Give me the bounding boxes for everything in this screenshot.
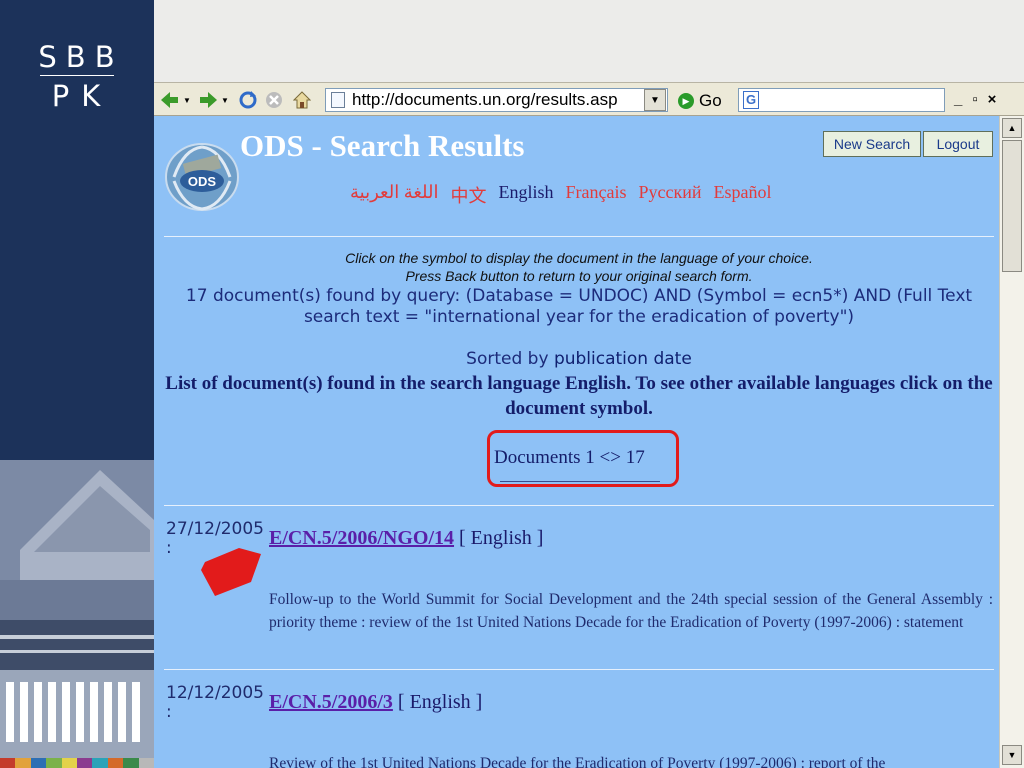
forward-dropdown-icon[interactable]: ▼ xyxy=(220,90,230,110)
page-content: ODS ODS - Search Results New Search Logo… xyxy=(154,116,999,768)
sorted-label: Sorted by xyxy=(466,349,549,369)
page-icon xyxy=(331,92,345,108)
google-search-input[interactable]: G xyxy=(738,88,945,112)
page-title: ODS - Search Results xyxy=(240,128,525,163)
window-controls: _ ▫ × xyxy=(954,91,996,108)
color-strip-segment xyxy=(15,758,31,768)
instruction-1: Click on the symbol to display the docum… xyxy=(345,250,813,266)
color-strip xyxy=(0,758,154,768)
close-icon[interactable]: × xyxy=(988,91,997,108)
result-language: [ English ] xyxy=(397,691,483,713)
result-language: [ English ] xyxy=(459,527,544,549)
result-symbol-link[interactable]: E/CN.5/2006/NGO/14 xyxy=(269,527,454,549)
list-note: List of document(s) found in the search … xyxy=(165,373,993,419)
language-link[interactable]: 中文 xyxy=(450,182,486,208)
documents-range: Documents 1 <> 17 xyxy=(494,447,645,468)
color-strip-segment xyxy=(92,758,108,768)
slide-top-area xyxy=(154,0,1024,82)
back-arrow-icon[interactable] xyxy=(160,90,180,110)
color-strip-segment xyxy=(107,758,124,768)
stop-icon[interactable] xyxy=(264,90,284,110)
divider xyxy=(164,505,994,506)
building-photo xyxy=(0,460,154,758)
browser-toolbar: ▼ ▼ http://documents.un.org/results.asp … xyxy=(154,82,1024,116)
red-arrow-pointer xyxy=(201,548,261,596)
divider xyxy=(164,236,994,237)
sorted-by: Sorted by publication date xyxy=(164,349,994,369)
sorted-value: publication date xyxy=(553,349,692,369)
google-icon: G xyxy=(743,91,759,109)
language-link[interactable]: English xyxy=(498,182,553,208)
result-description: Follow-up to the World Summit for Social… xyxy=(269,591,993,631)
color-strip-segment xyxy=(138,758,154,768)
go-button[interactable]: ▶ Go xyxy=(678,91,722,111)
address-url: http://documents.un.org/results.asp xyxy=(352,90,618,109)
ods-logo-text: ODS xyxy=(188,174,217,189)
forward-arrow-icon[interactable] xyxy=(198,90,218,110)
color-strip-segment xyxy=(77,758,93,768)
logo-line2: PK xyxy=(51,79,113,113)
color-strip-segment xyxy=(46,758,62,768)
language-link[interactable]: Français xyxy=(566,182,627,208)
scroll-down-icon[interactable]: ▼ xyxy=(1002,745,1022,765)
address-dropdown-icon[interactable]: ▼ xyxy=(644,89,666,111)
refresh-icon[interactable] xyxy=(238,90,258,110)
divider xyxy=(164,669,994,670)
color-strip-segment xyxy=(30,758,47,768)
slide-banner: SBB PK xyxy=(0,0,154,768)
result-description: Review of the 1st United Nations Decade … xyxy=(269,755,886,768)
logout-button[interactable]: Logout xyxy=(923,131,993,157)
ods-logo-icon: ODS xyxy=(165,143,239,211)
logo-line1: SBB xyxy=(38,40,124,74)
logo-divider xyxy=(40,75,114,76)
address-bar[interactable]: http://documents.un.org/results.asp xyxy=(325,88,668,112)
result-symbol-link[interactable]: E/CN.5/2006/3 xyxy=(269,691,393,713)
back-dropdown-icon[interactable]: ▼ xyxy=(182,90,192,110)
vertical-scrollbar[interactable]: ▲ ▼ xyxy=(999,116,1024,768)
go-label: Go xyxy=(699,91,722,110)
restore-icon[interactable]: ▫ xyxy=(972,91,977,108)
color-strip-segment xyxy=(61,758,78,768)
sbb-pk-logo: SBB PK xyxy=(0,40,154,113)
color-strip-segment xyxy=(123,758,139,768)
result-symbol-row: E/CN.5/2006/3 [ English ] xyxy=(269,691,482,714)
result-date: 12/12/2005 : xyxy=(166,683,264,722)
color-strip-segment xyxy=(0,758,16,768)
documents-range-highlight: Documents 1 <> 17 xyxy=(487,430,679,487)
scroll-thumb[interactable] xyxy=(1002,140,1022,272)
query-summary: 17 document(s) found by query: (Database… xyxy=(185,286,973,327)
go-arrow-icon: ▶ xyxy=(678,93,694,109)
minimize-icon[interactable]: _ xyxy=(954,91,962,108)
scroll-up-icon[interactable]: ▲ xyxy=(1002,118,1022,138)
language-link[interactable]: Español xyxy=(713,182,771,208)
home-icon[interactable] xyxy=(292,90,312,110)
result-symbol-row: E/CN.5/2006/NGO/14 [ English ] xyxy=(269,527,543,550)
language-link[interactable]: Русский xyxy=(638,182,701,208)
language-link[interactable]: اللغة العربية xyxy=(350,182,438,208)
new-search-button[interactable]: New Search xyxy=(823,131,921,157)
language-links: اللغة العربية 中文 English Français Русский Esp… xyxy=(350,182,771,208)
instruction-2: Press Back button to return to your orig… xyxy=(405,268,753,284)
